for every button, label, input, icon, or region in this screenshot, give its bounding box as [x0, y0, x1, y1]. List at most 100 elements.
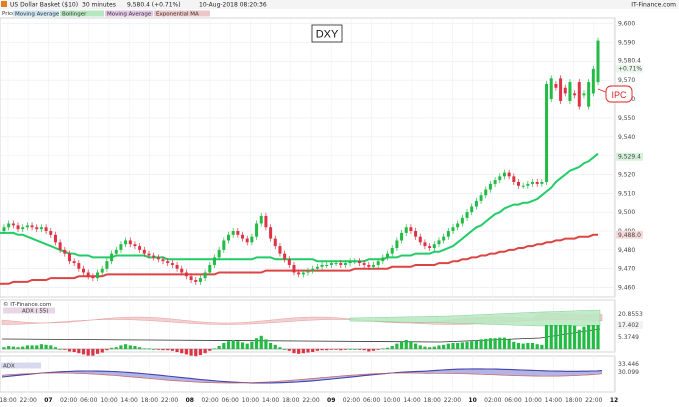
- candle-body: [339, 263, 343, 265]
- candle-body: [470, 206, 474, 213]
- histogram-bar: [507, 339, 511, 349]
- candle-body: [100, 268, 104, 273]
- candle-body: [535, 182, 539, 184]
- y-tick-label: 9,510: [618, 190, 635, 197]
- candle-body: [353, 261, 357, 263]
- candle-body: [474, 200, 478, 207]
- histogram-bar: [226, 341, 231, 349]
- candle-body: [30, 225, 34, 228]
- candle-body: [82, 268, 86, 273]
- histogram-bar: [362, 349, 366, 351]
- candle-body: [138, 246, 142, 250]
- histogram-bar: [418, 345, 422, 349]
- candle-body: [222, 240, 226, 250]
- candle-body: [479, 195, 483, 201]
- candle-body: [133, 244, 137, 247]
- chart-root: US Dollar Basket ($10) 30 minutes 9,580.…: [0, 0, 679, 407]
- candle-body: [371, 264, 375, 267]
- candle-body: [451, 227, 455, 232]
- histogram-bar: [109, 347, 114, 349]
- histogram-bar: [353, 349, 357, 350]
- candle-body: [301, 272, 305, 275]
- svg-text:Moving Average: Moving Average: [107, 12, 152, 18]
- candle-body: [194, 280, 198, 282]
- candle-body: [596, 40, 600, 83]
- candle-body: [67, 253, 71, 262]
- price-tag-label: 9,529.4: [618, 154, 641, 161]
- histogram-bar: [526, 343, 530, 349]
- candle-body: [264, 215, 268, 228]
- candle-body: [287, 259, 291, 265]
- candle-body: [418, 236, 422, 243]
- candle-body: [184, 272, 188, 277]
- candle-body: [376, 261, 380, 265]
- x-tick-label: 18:00: [424, 397, 441, 404]
- x-tick-label: 14:00: [545, 397, 562, 404]
- candle-body: [573, 93, 577, 96]
- histogram-bar: [428, 347, 432, 349]
- histogram-bar: [512, 341, 516, 349]
- histogram-bar: [194, 349, 198, 357]
- histogram-bar: [245, 343, 249, 349]
- histogram-bar: [217, 346, 221, 349]
- candle-body: [212, 257, 216, 265]
- candle-body: [507, 172, 511, 177]
- histogram-bar: [488, 338, 493, 349]
- x-tick-label: 18:00: [0, 397, 17, 404]
- histogram-bar: [278, 347, 282, 349]
- candle-body: [39, 227, 43, 230]
- candle-body: [250, 236, 254, 243]
- histogram-bar: [156, 349, 160, 350]
- candle-body: [409, 227, 413, 232]
- histogram-bar: [35, 345, 39, 349]
- x-tick-label: 10:00: [100, 397, 117, 404]
- candle-body: [2, 227, 6, 232]
- histogram-bar: [329, 349, 334, 350]
- histogram-bar: [502, 337, 507, 349]
- candle-body: [516, 182, 520, 186]
- histogram-bar: [371, 349, 376, 351]
- candle-body: [442, 236, 446, 241]
- candle-body: [329, 263, 333, 265]
- histogram-bar: [147, 348, 151, 350]
- candle-body: [198, 278, 202, 282]
- histogram-bar: [222, 343, 226, 349]
- x-tick-label: 06:00: [504, 397, 521, 404]
- histogram-bar: [95, 349, 100, 354]
- histogram-bar: [582, 326, 586, 349]
- candle-body: [189, 276, 193, 281]
- candle-body: [554, 83, 558, 88]
- candle-body: [549, 78, 553, 100]
- candle-body: [203, 272, 207, 279]
- candle-body: [591, 68, 595, 94]
- candle-body: [175, 264, 179, 269]
- histogram-bar: [184, 349, 189, 355]
- candle-body: [311, 268, 315, 271]
- candle-body: [269, 227, 273, 239]
- x-tick-label: 22:00: [20, 397, 37, 404]
- histogram-bar: [456, 343, 460, 349]
- candle-body: [577, 82, 581, 107]
- candle-body: [255, 223, 259, 237]
- candle-body: [278, 246, 282, 254]
- histogram-bar: [549, 325, 553, 349]
- panel3-value: 33.446: [618, 361, 639, 368]
- histogram-bar: [292, 349, 296, 354]
- candle-body: [367, 264, 371, 267]
- candle-body: [526, 183, 530, 186]
- y-tick-label: 9,540: [618, 134, 635, 141]
- histogram-bar: [77, 349, 81, 354]
- histogram-bar: [287, 349, 291, 351]
- x-tick-label: 18:00: [565, 397, 582, 404]
- histogram-bar: [339, 349, 343, 351]
- x-tick-label: 08: [186, 397, 194, 404]
- candle-body: [53, 234, 57, 243]
- price-tag-label: 9,580.4: [618, 58, 641, 65]
- histogram-bar: [231, 340, 235, 349]
- panel2-value: 20.8553: [618, 311, 643, 318]
- candle-body: [245, 238, 249, 243]
- y-tick-label: 9,570: [618, 77, 635, 84]
- candle-body: [521, 185, 525, 187]
- histogram-bar: [311, 349, 315, 352]
- candle-body: [460, 217, 464, 224]
